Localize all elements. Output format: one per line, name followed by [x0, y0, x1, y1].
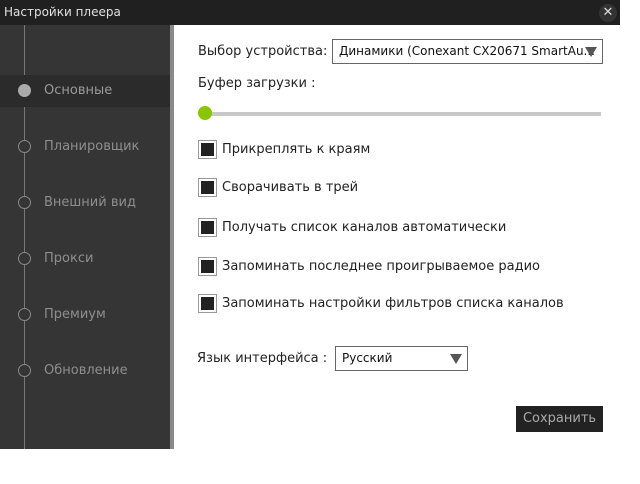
checkbox-label: Запоминать последнее проигрываемое радио	[222, 259, 540, 274]
sidebar-item-label: Внешний вид	[44, 195, 136, 210]
checkbox-remember-filters[interactable]	[198, 294, 217, 313]
sidebar-item-appearance[interactable]: Внешний вид	[0, 187, 170, 219]
language-select[interactable]: Русский	[335, 346, 468, 371]
checkbox-remember-radio[interactable]	[198, 257, 217, 276]
sidebar-item-update[interactable]: Обновление	[0, 355, 170, 387]
sidebar-item-proxy[interactable]: Прокси	[0, 243, 170, 275]
sidebar-item-label: Обновление	[44, 363, 128, 378]
sidebar-item-label: Основные	[44, 83, 113, 98]
buffer-label: Буфер загрузки :	[198, 76, 316, 91]
active-dot-icon	[18, 84, 31, 97]
dot-icon	[18, 140, 31, 153]
title-bar: Настройки плеера	[0, 0, 620, 25]
checkbox-label: Сворачивать в трей	[222, 180, 359, 195]
sidebar-divider	[170, 25, 174, 449]
sidebar-item-label: Планировщик	[44, 139, 140, 154]
save-button[interactable]: Сохранить	[516, 406, 603, 432]
language-value: Русский	[342, 351, 393, 365]
sidebar-item-scheduler[interactable]: Планировщик	[0, 131, 170, 163]
device-label: Выбор устройства:	[198, 44, 328, 59]
checkbox-label: Получать список каналов автоматически	[222, 220, 507, 235]
sidebar-item-label: Премиум	[44, 307, 106, 322]
sidebar-item-premium[interactable]: Премиум	[0, 299, 170, 331]
dropdown-arrow-icon	[450, 354, 462, 364]
dropdown-arrow-icon	[585, 47, 597, 57]
checkbox-label: Прикреплять к краям	[222, 142, 371, 157]
sidebar-item-label: Прокси	[44, 251, 94, 266]
close-icon: ✕	[602, 5, 614, 20]
checkbox-minimize-tray[interactable]	[198, 178, 217, 197]
device-select[interactable]: Динамики (Conexant CX20671 SmartAu...	[332, 39, 603, 64]
dot-icon	[18, 364, 31, 377]
window-title: Настройки плеера	[4, 5, 121, 19]
close-button[interactable]: ✕	[599, 4, 617, 22]
language-label: Язык интерфейса :	[197, 351, 328, 366]
checkbox-auto-channels[interactable]	[198, 218, 217, 237]
checkbox-snap-edges[interactable]	[198, 140, 217, 159]
dot-icon	[18, 252, 31, 265]
dot-icon	[18, 196, 31, 209]
sidebar-item-general[interactable]: Основные	[0, 75, 170, 107]
checkbox-label: Запоминать настройки фильтров списка кан…	[222, 296, 564, 311]
dot-icon	[18, 308, 31, 321]
buffer-slider-thumb[interactable]	[198, 106, 212, 120]
buffer-slider-track[interactable]	[205, 112, 601, 116]
device-value: Динамики (Conexant CX20671 SmartAu...	[339, 44, 595, 58]
